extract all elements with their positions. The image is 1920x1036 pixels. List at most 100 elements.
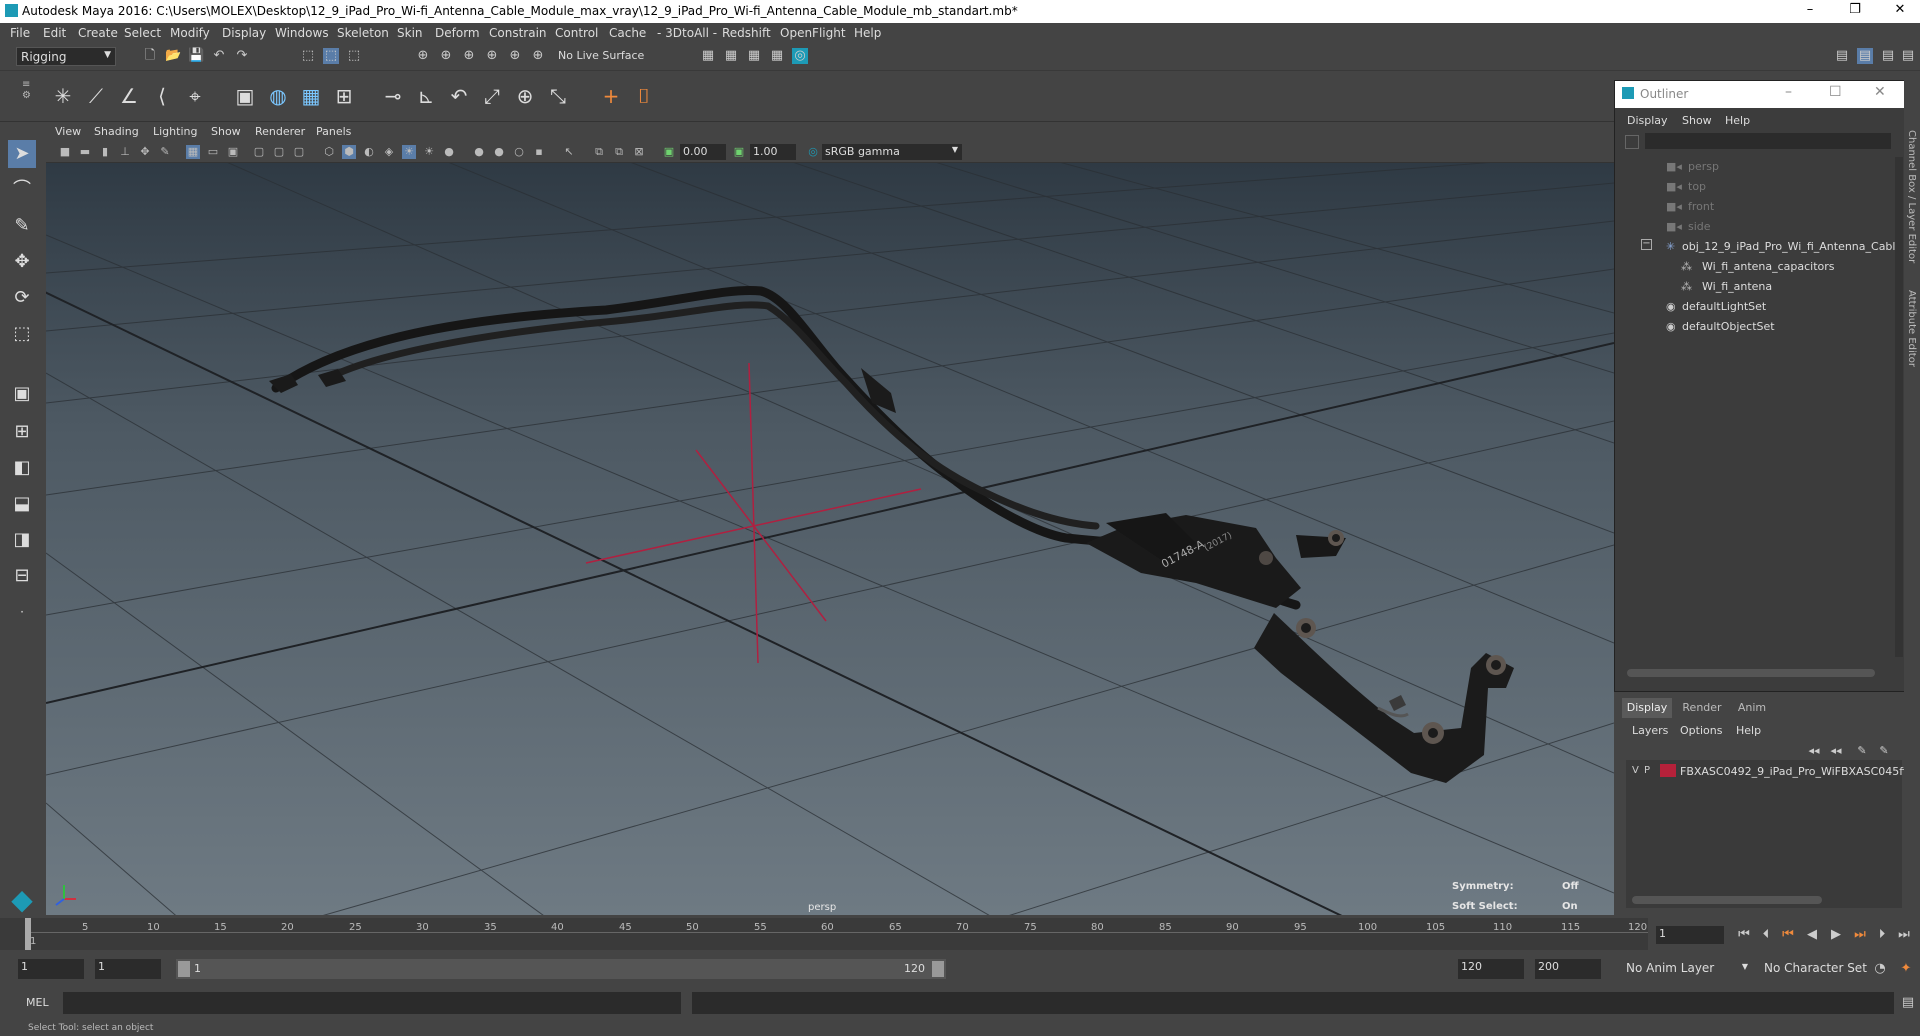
undo-icon[interactable]: ↶ <box>211 48 227 64</box>
layer-horizontal-scrollbar[interactable] <box>1632 896 1822 904</box>
snap-magnet-icon[interactable]: ⊕ <box>530 48 546 64</box>
layer-playback-toggle[interactable]: P <box>1644 765 1650 776</box>
step-back-key-icon[interactable]: ⏮ <box>1780 927 1796 943</box>
field-chart-icon[interactable]: ▢ <box>272 145 286 159</box>
snap-grid-icon[interactable]: ⊕ <box>415 48 431 64</box>
outliner-item-objectset[interactable]: defaultObjectSet <box>1682 320 1775 333</box>
animation-preferences-icon[interactable]: ✦ <box>1898 961 1914 977</box>
lasso-tool-icon[interactable]: ⌒ <box>8 176 36 204</box>
select-hierarchy-icon[interactable]: ⬚ <box>300 48 316 64</box>
resolution-gate-icon[interactable]: ▣ <box>226 145 240 159</box>
menu-skeleton[interactable]: Skeleton <box>337 26 389 40</box>
scale-tool-icon[interactable]: ⬚ <box>8 320 36 348</box>
insert-joint-icon[interactable]: ⟋ <box>83 83 109 109</box>
current-frame-field[interactable]: 1 <box>1656 926 1724 944</box>
smooth-shade-icon[interactable]: ⬢ <box>342 145 356 159</box>
hypershade-icon[interactable]: ◎ <box>792 48 808 64</box>
script-language-label[interactable]: MEL <box>26 996 49 1009</box>
panel-menu-panels[interactable]: Panels <box>316 125 351 138</box>
layout-options-icon[interactable]: · <box>8 598 36 626</box>
open-scene-icon[interactable]: 📂 <box>165 48 181 64</box>
ipr-render-icon[interactable]: ▦ <box>746 48 762 64</box>
default-material-icon[interactable]: ◐ <box>362 145 376 159</box>
outliner-item-antena[interactable]: Wi_fi_antena <box>1702 280 1772 293</box>
multisample-aa-icon[interactable]: ● <box>492 145 506 159</box>
bind-skin-icon[interactable]: ◍ <box>265 83 291 109</box>
set-key-icon[interactable]: + <box>598 83 624 109</box>
menu-windows[interactable]: Windows <box>275 26 329 40</box>
menu-create[interactable]: Create <box>78 26 118 40</box>
menu-deform[interactable]: Deform <box>435 26 480 40</box>
image-plane-icon[interactable]: ⊥ <box>118 145 132 159</box>
outliner-item-group[interactable]: obj_12_9_iPad_Pro_Wi_fi_Antenna_Cable <box>1682 240 1902 253</box>
set-driven-key-icon[interactable]: ⌷ <box>631 83 657 109</box>
persp-outliner-layout-icon[interactable]: ◧ <box>8 454 36 482</box>
depth-of-field-icon[interactable]: ○ <box>512 145 526 159</box>
orient-constraint-icon[interactable]: ↶ <box>446 83 472 109</box>
restore-button[interactable]: ❐ <box>1840 2 1870 20</box>
panel-menu-renderer[interactable]: Renderer <box>255 125 305 138</box>
auto-key-icon[interactable]: ◔ <box>1872 961 1888 977</box>
tab-anim[interactable]: Anim <box>1732 698 1772 718</box>
lattice-icon[interactable]: ▦ <box>298 83 324 109</box>
paint-select-icon[interactable]: ✎ <box>8 212 36 240</box>
scale-constraint-icon[interactable]: ⤢ <box>479 83 505 109</box>
tool-settings-icon[interactable]: ▤ <box>1900 48 1916 64</box>
layer-menu-options[interactable]: Options <box>1680 724 1722 737</box>
move-layer-up-icon[interactable]: ◂◂ <box>1806 743 1822 759</box>
four-view-layout-icon[interactable]: ⊞ <box>8 418 36 446</box>
snap-curve-icon[interactable]: ⊕ <box>438 48 454 64</box>
persp-graph-layout-icon[interactable]: ⬓ <box>8 490 36 518</box>
live-surface-label[interactable]: No Live Surface <box>558 49 644 62</box>
range-slider-bar[interactable]: 1 120 <box>176 959 946 979</box>
menu-file[interactable]: File <box>10 26 30 40</box>
menu-help[interactable]: Help <box>854 26 881 40</box>
menu-3dtoall[interactable]: - 3DtoAll - <box>657 26 717 40</box>
joint-tool-icon[interactable]: ✳ <box>50 83 76 109</box>
all-lights-icon[interactable]: ☀ <box>402 145 416 159</box>
play-backwards-icon[interactable]: ◀ <box>1804 927 1820 943</box>
point-constraint-icon[interactable]: ⊾ <box>413 83 439 109</box>
save-scene-icon[interactable]: 💾 <box>188 48 204 64</box>
menu-control[interactable]: Control <box>555 26 598 40</box>
rotate-tool-icon[interactable]: ⟳ <box>8 284 36 312</box>
layer-visibility-toggle[interactable]: V <box>1632 765 1639 776</box>
textured-icon[interactable]: ◈ <box>382 145 396 159</box>
new-empty-layer-icon[interactable]: ✎ <box>1854 743 1870 759</box>
panel-menu-lighting[interactable]: Lighting <box>153 125 197 138</box>
play-forwards-icon[interactable]: ▶ <box>1828 927 1844 943</box>
timeline-track[interactable]: 1 5 10 15 20 25 30 35 40 45 50 55 60 65 … <box>0 918 1648 950</box>
render-view-icon[interactable]: ▦ <box>700 48 716 64</box>
attribute-editor-toggle-icon[interactable]: ▤ <box>1880 48 1896 64</box>
outliner-menu-show[interactable]: Show <box>1682 114 1712 127</box>
select-tool-icon[interactable]: ➤ <box>8 140 36 168</box>
outliner-horizontal-scrollbar[interactable] <box>1627 669 1875 677</box>
new-scene-icon[interactable]: 🗋 <box>142 48 158 64</box>
tab-display[interactable]: Display <box>1622 698 1672 718</box>
camera-select-icon[interactable]: ■ <box>58 145 72 159</box>
outliner-menu-display[interactable]: Display <box>1627 114 1668 127</box>
anim-layer-dropdown[interactable]: No Anim Layer ▼ <box>1622 959 1752 979</box>
menu-select[interactable]: Select <box>124 26 161 40</box>
pole-vector-icon[interactable]: ⤡ <box>545 83 571 109</box>
panel-menu-view[interactable]: View <box>55 125 81 138</box>
attribute-editor-tab[interactable]: Attribute Editor <box>1906 290 1917 367</box>
tab-render[interactable]: Render <box>1676 698 1728 718</box>
single-perspective-layout-icon[interactable]: ▣ <box>8 380 36 408</box>
shadows-icon[interactable]: ☀ <box>422 145 436 159</box>
command-input[interactable] <box>63 992 681 1014</box>
outliner-filter-icon[interactable] <box>1625 135 1639 149</box>
outliner-vertical-scrollbar[interactable] <box>1895 157 1903 657</box>
select-object-icon[interactable]: ⬚ <box>323 48 339 64</box>
ik-handle-icon[interactable]: ∠ <box>116 83 142 109</box>
panel-menu-show[interactable]: Show <box>211 125 241 138</box>
channel-box-toggle-icon[interactable]: ▤ <box>1857 48 1873 64</box>
bookmark-icon[interactable]: ▮ <box>98 145 112 159</box>
move-layer-down-icon[interactable]: ◂◂ <box>1828 743 1844 759</box>
camera-attributes-icon[interactable]: ▬ <box>78 145 92 159</box>
two-d-pan-icon[interactable]: ✥ <box>138 145 152 159</box>
playback-start-field[interactable]: 1 <box>95 959 161 979</box>
safe-action-icon[interactable]: ▢ <box>292 145 306 159</box>
menu-cache[interactable]: Cache <box>609 26 646 40</box>
playback-end-field[interactable]: 120 <box>1458 959 1524 979</box>
